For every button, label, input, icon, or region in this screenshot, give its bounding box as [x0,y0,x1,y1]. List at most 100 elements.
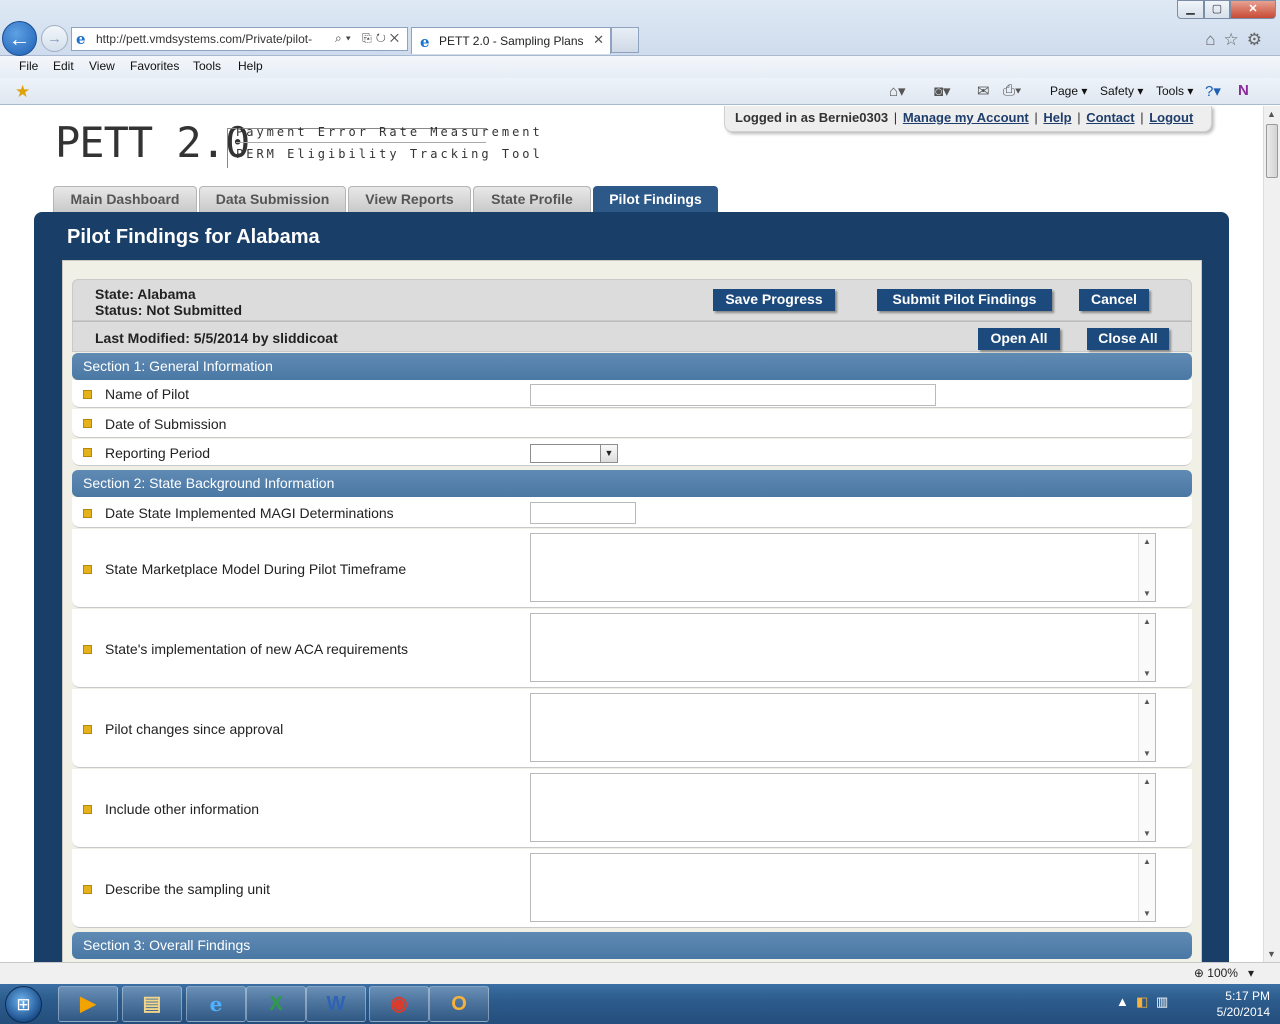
onenote-icon[interactable]: N [1238,82,1249,99]
home-icon[interactable]: ⌂▾ [889,82,906,100]
textarea-scrollbar[interactable]: ▲ ▼ [1138,614,1155,681]
address-url[interactable]: http://pett.vmdsystems.com/Private/pilot… [96,32,326,46]
section-3-header[interactable]: Section 3: Overall Findings [72,932,1192,959]
tray-expand-icon[interactable]: ▲ [1116,994,1129,1009]
browser-right-icons[interactable]: ⌂☆⚙ [1205,30,1270,50]
scroll-up-icon[interactable]: ▲ [1267,109,1276,119]
scroll-down-icon[interactable]: ▼ [1267,949,1276,959]
mail-icon[interactable]: ✉ [977,82,990,100]
chrome-icon[interactable]: ◉ [369,986,429,1022]
menu-edit[interactable]: Edit [53,59,74,73]
tools-menu[interactable]: Tools ▾ [1156,84,1193,98]
close-window-button[interactable]: ✕ [1230,0,1276,19]
expand-icon[interactable] [83,419,92,428]
new-tab-button[interactable] [611,27,639,53]
contact-link[interactable]: Contact [1086,110,1134,125]
manage-account-link[interactable]: Manage my Account [903,110,1029,125]
browser-tab[interactable]: e PETT 2.0 - Sampling Plans ✕ [411,27,611,54]
page-content: PETT 2.0 Payment Error Rate Measurement … [0,106,1263,962]
save-progress-button[interactable]: Save Progress [713,289,835,311]
menu-favorites[interactable]: Favorites [130,59,179,73]
expand-icon[interactable] [83,448,92,457]
chevron-down-icon[interactable]: ▼ [600,445,617,462]
clock-date[interactable]: 5/20/2014 [1150,1005,1270,1019]
address-tools[interactable]: ⌕▾ ⎘↻✕ [335,31,403,46]
close-tab-icon[interactable]: ✕ [593,32,604,48]
logout-link[interactable]: Logout [1149,110,1193,125]
help-link[interactable]: Help [1043,110,1071,125]
textarea-scrollbar[interactable]: ▲ ▼ [1138,534,1155,601]
word-icon[interactable]: W [306,986,366,1022]
other-information-textarea[interactable]: ▲ ▼ [530,773,1156,842]
excel-icon[interactable]: X [246,986,306,1022]
maximize-button[interactable]: ▢ [1204,0,1230,19]
pett-logo: PETT 2.0 Payment Error Rate Measurement … [55,118,540,168]
feeds-icon[interactable]: ◙▾ [934,82,951,100]
menu-help[interactable]: Help [238,59,263,73]
command-bar: ★ ⌂▾ ◙▾ ✉ ⎙▾ Page ▾ Safety ▾ Tools ▾ ?▾ … [0,78,1280,105]
field-row-date-of-submission: Date of Submission [72,409,1192,438]
outlook-icon[interactable]: O [429,986,489,1022]
expand-icon[interactable] [83,645,92,654]
logo-line2: PERM Eligibility Tracking Tool [236,147,543,161]
page-menu[interactable]: Page ▾ [1050,84,1087,98]
textarea-scrollbar[interactable]: ▲ ▼ [1138,854,1155,921]
menu-view[interactable]: View [89,59,115,73]
marketplace-model-textarea[interactable]: ▲ ▼ [530,533,1156,602]
pilot-changes-textarea[interactable]: ▲ ▼ [530,693,1156,762]
zoom-control[interactable]: ⊕ 100% ▾ [1194,966,1254,980]
cancel-button[interactable]: Cancel [1079,289,1149,311]
sampling-unit-textarea[interactable]: ▲ ▼ [530,853,1156,922]
minimize-button[interactable]: ▁ [1177,0,1204,19]
internet-explorer-icon[interactable]: e [186,986,246,1022]
menu-file[interactable]: File [19,59,38,73]
section-1-header[interactable]: Section 1: General Information [72,353,1192,380]
clock-time[interactable]: 5:17 PM [1150,989,1270,1003]
window-controls: ▁ ▢ ✕ [1177,0,1276,19]
field-label: Include other information [105,801,260,817]
expand-icon[interactable] [83,885,92,894]
close-all-button[interactable]: Close All [1087,328,1169,350]
open-all-button[interactable]: Open All [978,328,1060,350]
tab-pilot-findings[interactable]: Pilot Findings [593,186,718,212]
magi-date-input[interactable] [530,502,636,524]
tab-data-submission[interactable]: Data Submission [199,186,346,212]
tab-main-dashboard[interactable]: Main Dashboard [53,186,197,212]
textarea-scrollbar[interactable]: ▲ ▼ [1138,694,1155,761]
expand-icon[interactable] [83,509,92,518]
expand-icon[interactable] [83,565,92,574]
expand-icon[interactable] [83,725,92,734]
aca-requirements-textarea[interactable]: ▲ ▼ [530,613,1156,682]
start-button[interactable]: ⊞ [5,986,42,1023]
logo-title: PETT 2.0 [55,118,250,167]
expand-icon[interactable] [83,805,92,814]
back-button[interactable]: ← [2,21,37,56]
textarea-scrollbar[interactable]: ▲ ▼ [1138,774,1155,841]
page-scrollbar[interactable]: ▲ ▼ [1263,106,1280,962]
help-icon[interactable]: ?▾ [1205,82,1221,100]
field-row-pilot-changes: Pilot changes since approval ▲ ▼ [72,689,1192,768]
print-icon[interactable]: ⎙▾ [1003,82,1021,99]
name-of-pilot-input[interactable] [530,384,936,406]
forward-button[interactable]: → [41,25,68,52]
field-row-name-of-pilot: Name of Pilot [72,380,1192,408]
expand-icon[interactable] [83,390,92,399]
menu-tools[interactable]: Tools [193,59,221,73]
safety-menu[interactable]: Safety ▾ [1100,84,1143,98]
field-label: Name of Pilot [105,386,190,402]
submit-pilot-findings-button[interactable]: Submit Pilot Findings [877,289,1052,311]
reporting-period-select[interactable]: ▼ [530,444,618,463]
file-explorer-icon[interactable]: ▤ [122,986,182,1022]
tab-state-profile[interactable]: State Profile [473,186,591,212]
favorites-star-icon[interactable]: ★ [15,82,30,102]
tray-outlook-icon[interactable]: ◧ [1136,994,1148,1010]
address-bar[interactable]: e http://pett.vmdsystems.com/Private/pil… [71,27,408,51]
tab-view-reports[interactable]: View Reports [348,186,471,212]
field-label: State's implementation of new ACA requir… [105,641,409,657]
status-text: Status: Not Submitted [95,302,242,318]
scrollbar-thumb[interactable] [1266,124,1278,178]
section-2-header[interactable]: Section 2: State Background Information [72,470,1192,497]
media-player-icon[interactable]: ▶ [58,986,118,1022]
browser-status-bar: ⊕ 100% ▾ [0,962,1280,984]
field-row-sampling-unit: Describe the sampling unit ▲ ▼ [72,849,1192,928]
